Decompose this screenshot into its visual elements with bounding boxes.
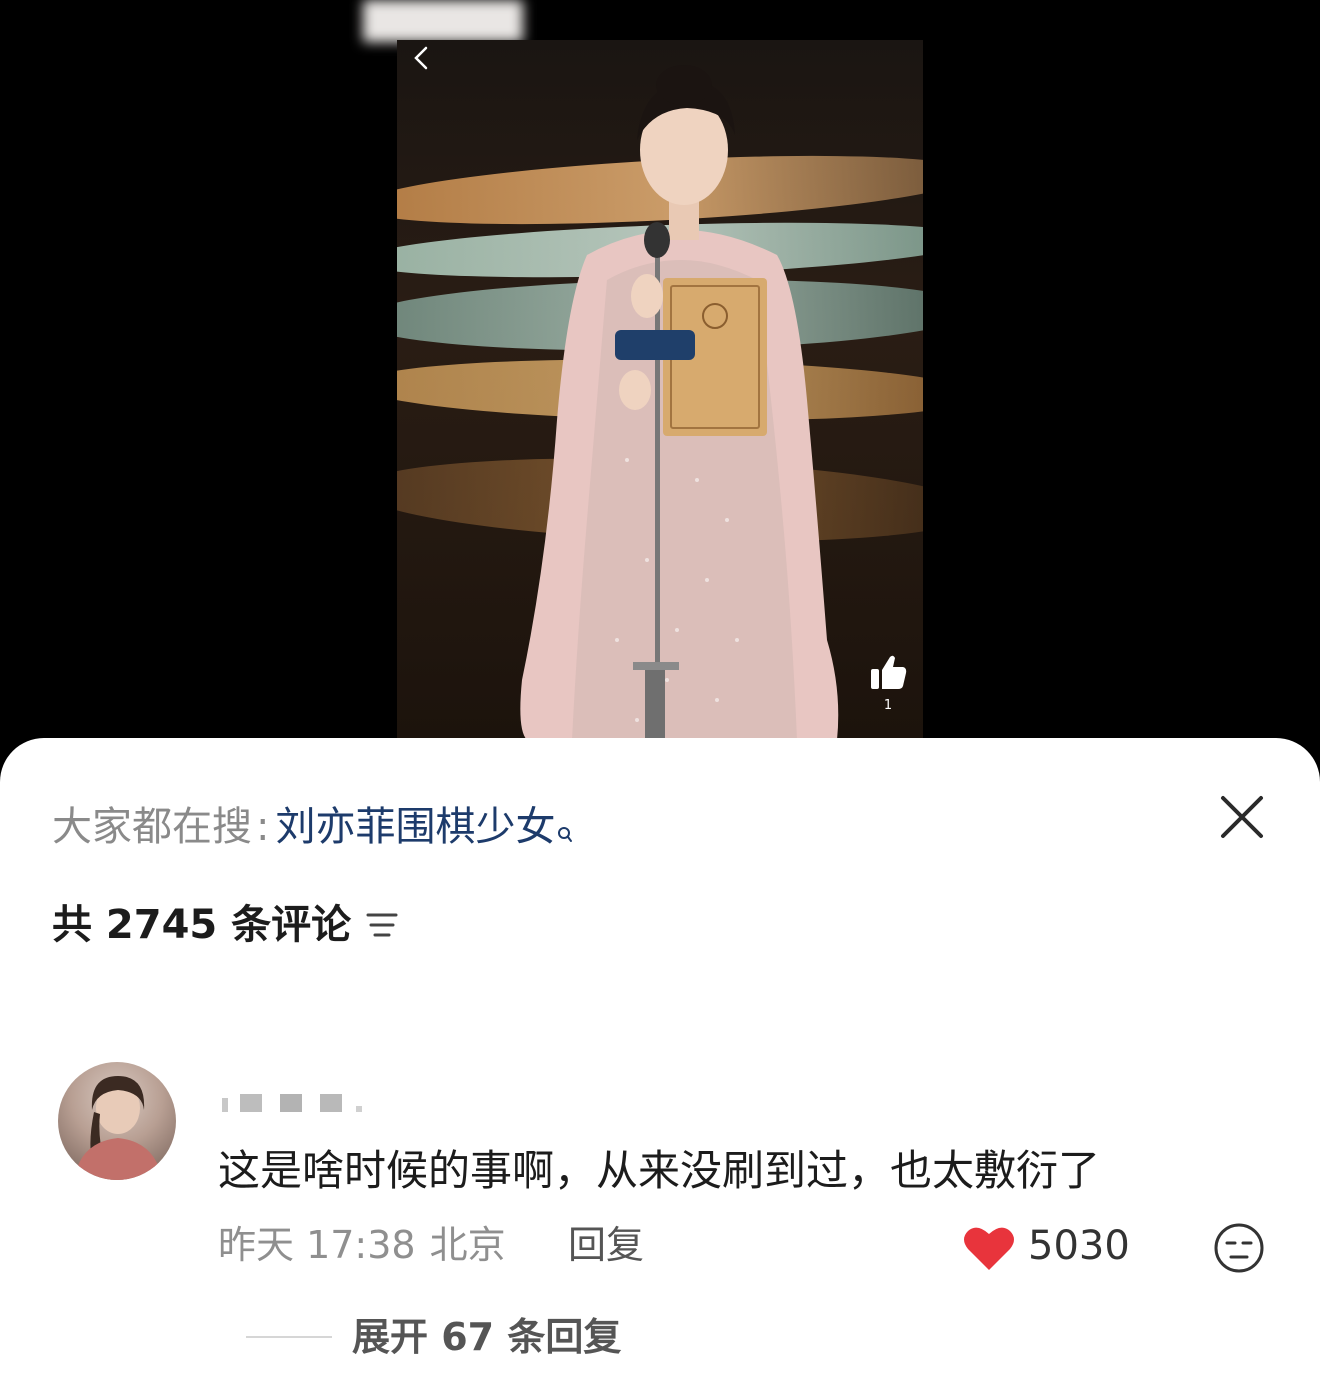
- trending-search-link[interactable]: 刘亦菲围棋少女: [275, 804, 555, 850]
- emoji-face-icon[interactable]: [1213, 1222, 1265, 1274]
- video-like-count: 1: [883, 698, 893, 713]
- trending-search-prefix: 大家都在搜: [52, 804, 252, 850]
- trending-search-row: 大家都在搜: 刘亦菲围棋少女: [52, 802, 573, 856]
- comment-meta: 昨天 17:38 北京: [218, 1220, 506, 1270]
- divider-line: [246, 1336, 332, 1338]
- heart-icon[interactable]: [962, 1224, 1016, 1272]
- search-icon: [557, 806, 573, 856]
- close-icon[interactable]: [1215, 790, 1269, 844]
- stage-photo: [520, 65, 839, 740]
- reply-button[interactable]: 回复: [568, 1220, 644, 1270]
- video-frame[interactable]: [397, 40, 923, 740]
- comment-sheet: 大家都在搜: 刘亦菲围棋少女 共 2745 条评论 这是啥时候的事啊，从来没刷到过…: [0, 738, 1320, 1378]
- thumbs-up-icon: [871, 655, 907, 689]
- back-chevron-icon[interactable]: [410, 44, 432, 72]
- avatar-photo: [74, 1076, 162, 1180]
- video-like-button[interactable]: 1: [864, 652, 912, 713]
- sort-lines-icon[interactable]: [365, 900, 399, 954]
- comment-date: 昨天 17:38: [218, 1223, 416, 1267]
- blurred-overlay: [363, 0, 523, 42]
- comment-like-count: 5030: [1028, 1223, 1130, 1269]
- comment-count-text: 共 2745 条评论: [52, 902, 352, 948]
- video-area: 1: [0, 0, 1320, 760]
- trending-search-separator: :: [256, 804, 270, 850]
- avatar[interactable]: [58, 1062, 176, 1180]
- expand-replies-button[interactable]: 展开 67 条回复: [352, 1312, 621, 1362]
- comment-count-row: 共 2745 条评论: [52, 898, 399, 954]
- username-redacted[interactable]: [220, 1084, 370, 1116]
- comment-location: 北京: [429, 1223, 506, 1267]
- comment-text: 这是啥时候的事啊，从来没刷到过，也太敷衍了: [218, 1146, 1101, 1195]
